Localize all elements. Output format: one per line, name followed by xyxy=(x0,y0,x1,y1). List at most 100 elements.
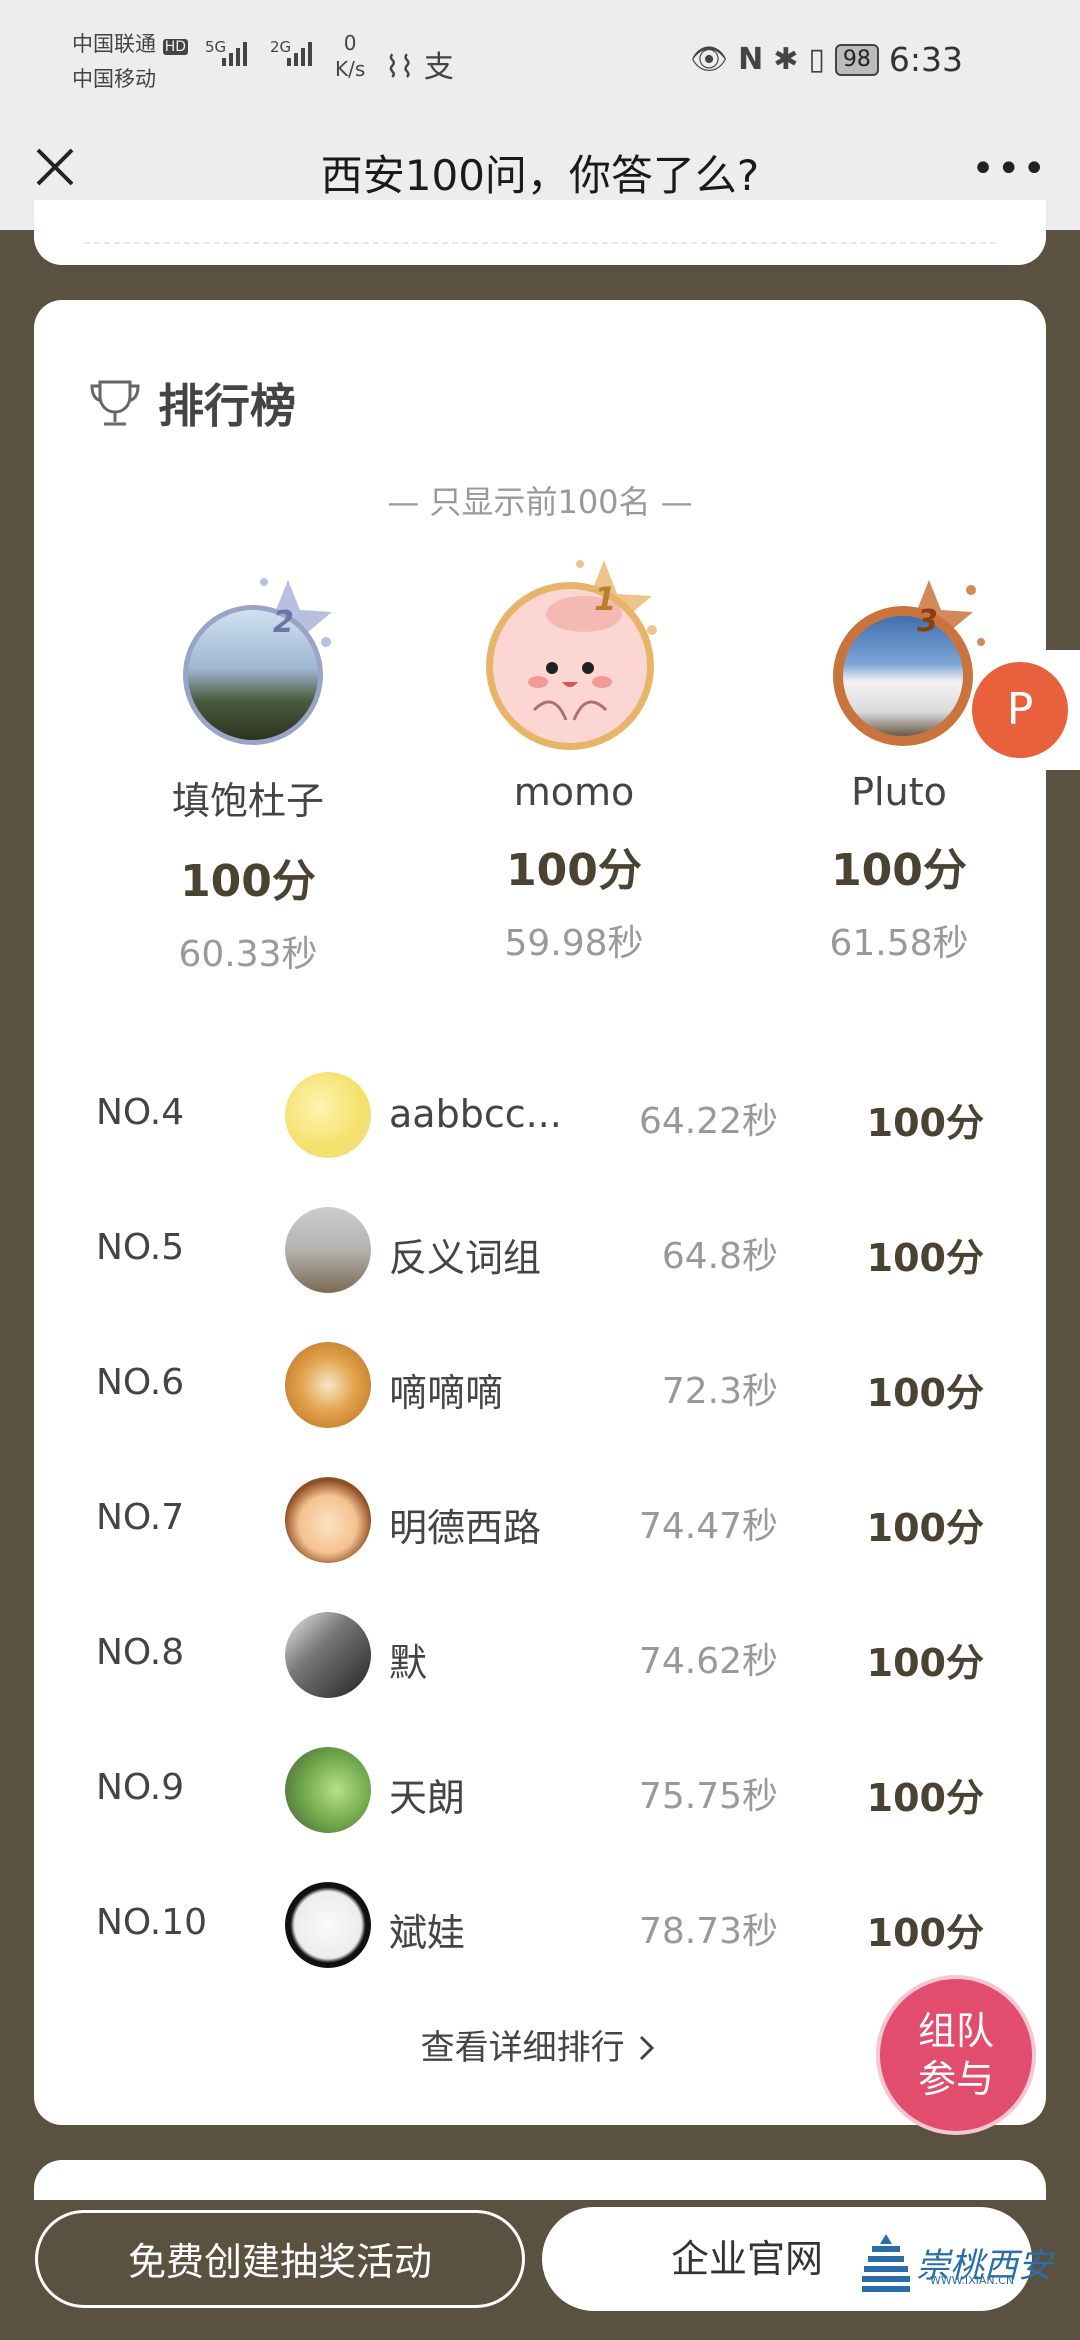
rank-number: 3 xyxy=(917,604,938,639)
app-notification-icons: ⌇⌇ 支 xyxy=(385,42,454,86)
more-button[interactable]: ••• xyxy=(971,149,1048,189)
profile-avatar: P xyxy=(972,662,1068,758)
avatar xyxy=(285,1747,371,1833)
pagoda-icon xyxy=(862,2234,910,2292)
rank-label: NO.4 xyxy=(96,1092,185,1133)
player-time: 72.3秒 xyxy=(661,1371,778,1412)
hd-badge: HD xyxy=(162,39,188,55)
player-name: 反义词组 xyxy=(389,1236,542,1280)
player-time: 74.47秒 xyxy=(638,1506,778,1547)
podium-name: momo xyxy=(513,770,635,814)
podium-score: 100分 xyxy=(180,856,316,907)
watermark: 崇桃西安 WWW.IXIAN.CN xyxy=(862,2232,1052,2292)
table-row[interactable]: NO.9 天朗 75.75秒 100分 xyxy=(34,1745,1046,1835)
player-score: 100分 xyxy=(866,1506,984,1550)
avatar xyxy=(285,1072,371,1158)
signal-icon xyxy=(222,42,247,66)
status-bar: 中国联通 HD 中国移动 5G 2G 0 K/s ⌇⌇ 支 👁 N ✱ ▯ 98… xyxy=(0,0,1080,120)
player-time: 74.62秒 xyxy=(638,1641,778,1682)
eye-icon: 👁 xyxy=(690,42,729,77)
previous-card xyxy=(34,200,1046,265)
leaderboard-header: 排行榜 xyxy=(86,370,296,436)
table-row[interactable]: NO.7 明德西路 74.47秒 100分 xyxy=(34,1475,1046,1565)
player-name: aabbcc... xyxy=(389,1092,562,1136)
table-row[interactable]: NO.6 嘀嘀嘀 72.3秒 100分 xyxy=(34,1340,1046,1430)
team-join-button[interactable]: 组队 参与 xyxy=(876,1975,1036,2135)
podium-time: 59.98秒 xyxy=(504,923,644,964)
podium-name: 填饱杜子 xyxy=(171,779,324,823)
chevron-right-icon xyxy=(640,2035,655,2061)
podium-score: 100分 xyxy=(506,845,642,896)
alipay-icon: 支 xyxy=(423,50,454,85)
system-icons: 👁 N ✱ ▯ 98 6:33 xyxy=(690,40,963,79)
link-icon: ⌇⌇ xyxy=(385,50,415,85)
leaderboard-card: 排行榜 — 只显示前100名 — 2 填饱杜子 100分 60.33秒 1 mo… xyxy=(34,300,1046,2125)
signal-icon xyxy=(287,42,312,66)
podium-third[interactable]: 3 Pluto 100分 61.58秒 xyxy=(759,560,1039,966)
next-card xyxy=(34,2160,1046,2200)
detail-link-label: 查看详细排行 xyxy=(420,2028,625,2068)
rank-number: 1 xyxy=(594,580,617,618)
rank-label: NO.9 xyxy=(96,1767,185,1808)
player-name: 明德西路 xyxy=(389,1506,542,1550)
avatar xyxy=(285,1342,371,1428)
rank-label: NO.10 xyxy=(96,1902,208,1943)
player-name: 斌娃 xyxy=(389,1911,466,1955)
table-row[interactable]: NO.5 反义词组 64.8秒 100分 xyxy=(34,1205,1046,1295)
avatar xyxy=(188,610,318,740)
watermark-url: WWW.IXIAN.CN xyxy=(930,2274,1015,2287)
rank-label: NO.7 xyxy=(96,1497,185,1538)
table-row[interactable]: NO.4 aabbcc... 64.22秒 100分 xyxy=(34,1070,1046,1160)
avatar xyxy=(843,616,963,736)
player-name: 嘀嘀嘀 xyxy=(389,1371,504,1415)
network-speed: 0 K/s xyxy=(335,31,366,81)
more-icon: ••• xyxy=(971,146,1048,192)
trophy-icon xyxy=(90,380,140,426)
podium-score: 100分 xyxy=(831,845,967,896)
bluetooth-icon: ✱ xyxy=(773,42,799,77)
carrier1: 中国联通 xyxy=(72,32,156,56)
player-time: 75.75秒 xyxy=(638,1776,778,1817)
player-score: 100分 xyxy=(866,1911,984,1955)
floating-profile-button[interactable]: P xyxy=(972,650,1080,770)
player-score: 100分 xyxy=(866,1776,984,1820)
battery-indicator: 98 xyxy=(834,43,879,76)
team-join-label-1: 组队 xyxy=(917,2009,994,2053)
podium-first[interactable]: 1 momo 100分 59.98秒 xyxy=(434,540,714,966)
player-score: 100分 xyxy=(866,1236,984,1280)
player-score: 100分 xyxy=(866,1371,984,1415)
carrier2: 中国移动 xyxy=(72,67,156,91)
player-time: 64.22秒 xyxy=(638,1101,778,1142)
rank-label: NO.8 xyxy=(96,1632,185,1673)
rank-label: NO.5 xyxy=(96,1227,185,1268)
carrier-info: 中国联通 HD 中国移动 xyxy=(72,28,188,95)
player-time: 78.73秒 xyxy=(638,1911,778,1952)
podium-second[interactable]: 2 填饱杜子 100分 60.33秒 xyxy=(108,560,388,977)
podium-name: Pluto xyxy=(851,770,947,814)
clock: 6:33 xyxy=(888,40,963,79)
table-row[interactable]: NO.10 斌娃 78.73秒 100分 xyxy=(34,1880,1046,1970)
player-time: 64.8秒 xyxy=(661,1236,778,1277)
avatar xyxy=(285,1477,371,1563)
create-lottery-button[interactable]: 免费创建抽奖活动 xyxy=(35,2210,525,2308)
avatar xyxy=(285,1612,371,1698)
leaderboard-subtitle: — 只显示前100名 — xyxy=(387,483,693,521)
vibrate-icon: ▯ xyxy=(808,42,825,77)
table-row[interactable]: NO.8 默 74.62秒 100分 xyxy=(34,1610,1046,1700)
gold-star-icon xyxy=(486,560,657,750)
avatar xyxy=(285,1207,371,1293)
podium-time: 61.58秒 xyxy=(829,923,969,964)
avatar xyxy=(285,1882,371,1968)
player-score: 100分 xyxy=(866,1101,984,1145)
team-join-label-2: 参与 xyxy=(917,2057,994,2101)
rank-label: NO.6 xyxy=(96,1362,185,1403)
rank-number: 2 xyxy=(273,605,294,640)
page-title: 西安100问，你答了么? xyxy=(320,151,760,200)
player-name: 默 xyxy=(389,1641,428,1685)
official-site-label: 企业官网 xyxy=(670,2237,823,2281)
player-name: 天朗 xyxy=(389,1776,466,1820)
podium-time: 60.33秒 xyxy=(178,934,318,975)
nfc-icon: N xyxy=(738,42,764,77)
leaderboard-title: 排行榜 xyxy=(158,379,296,433)
player-score: 100分 xyxy=(866,1641,984,1685)
